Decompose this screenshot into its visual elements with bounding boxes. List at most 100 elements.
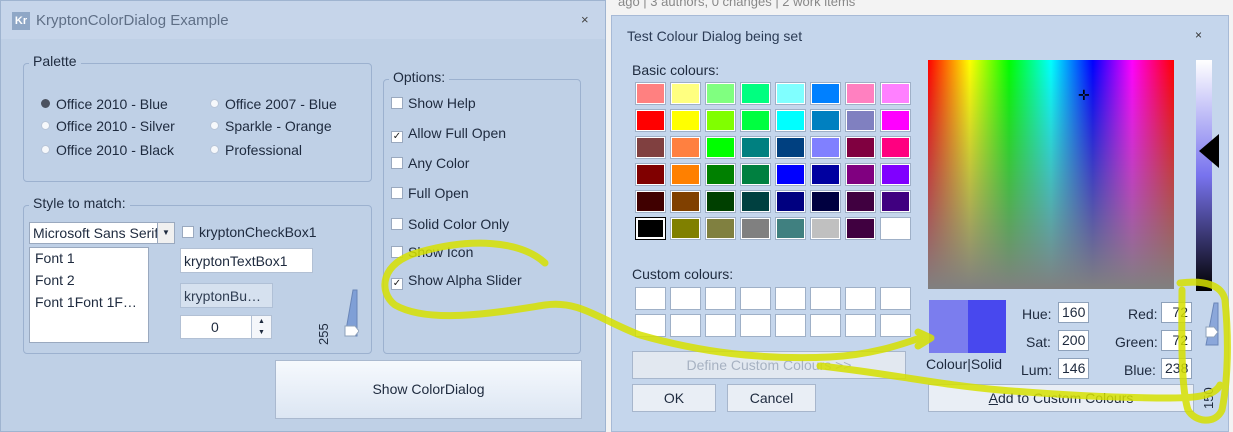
custom-colour-swatch[interactable] [741, 315, 770, 336]
basic-colour-swatch[interactable] [811, 137, 840, 158]
custom-colour-swatch[interactable] [811, 288, 840, 309]
radio-sparkle-orange[interactable]: Sparkle - Orange [210, 118, 332, 134]
radio-office-2010-silver[interactable]: Office 2010 - Silver [41, 118, 175, 134]
custom-colour-swatch[interactable] [671, 288, 700, 309]
lum-input[interactable]: 146 [1058, 358, 1089, 379]
basic-colour-swatch[interactable] [846, 164, 875, 185]
basic-colour-swatch[interactable] [846, 110, 875, 131]
basic-colour-swatch[interactable] [741, 110, 770, 131]
basic-colour-swatch[interactable] [881, 191, 910, 212]
basic-colour-swatch[interactable] [776, 137, 805, 158]
basic-colour-swatch[interactable] [776, 164, 805, 185]
basic-colour-swatch[interactable] [741, 137, 770, 158]
colour-spectrum[interactable]: ✛ [928, 60, 1174, 289]
basic-colour-swatch[interactable] [811, 191, 840, 212]
custom-colour-swatch[interactable] [811, 315, 840, 336]
custom-colour-swatch[interactable] [671, 315, 700, 336]
add-to-custom-colours-button[interactable]: Add to Custom Colours [928, 384, 1194, 412]
basic-colour-swatch[interactable] [636, 191, 665, 212]
basic-colour-swatch[interactable] [811, 83, 840, 104]
custom-colour-swatch[interactable] [846, 315, 875, 336]
basic-colour-swatch[interactable] [846, 191, 875, 212]
font-listbox[interactable]: Font 1 Font 2 Font 1Font 1F… [29, 247, 149, 343]
show-colordialog-button[interactable]: Show ColorDialog [275, 360, 582, 419]
alpha-trackbar[interactable] [343, 288, 359, 338]
spin-arrows-icon[interactable]: ▲ ▼ [251, 316, 271, 338]
alpha-slider[interactable] [1204, 301, 1220, 347]
basic-colour-swatch[interactable] [706, 110, 735, 131]
basic-colour-swatch[interactable] [811, 110, 840, 131]
basic-colour-swatch[interactable] [776, 191, 805, 212]
basic-colour-swatch[interactable] [741, 83, 770, 104]
basic-colour-swatch[interactable] [776, 218, 805, 239]
basic-colour-swatch[interactable] [846, 137, 875, 158]
dropdown-arrow-icon[interactable]: ▼ [157, 223, 174, 243]
green-input[interactable]: 72 [1161, 330, 1192, 351]
basic-colour-swatch[interactable] [706, 218, 735, 239]
basic-colour-swatch[interactable] [636, 83, 665, 104]
red-input[interactable]: 72 [1161, 302, 1192, 323]
list-item[interactable]: Font 2 [30, 270, 148, 292]
basic-colour-swatch[interactable] [881, 137, 910, 158]
font-combobox[interactable]: Microsoft Sans Serif ▼ [29, 222, 175, 244]
numeric-updown[interactable]: 0 ▲ ▼ [180, 315, 272, 339]
basic-colour-swatch[interactable] [636, 110, 665, 131]
basic-colour-swatch[interactable] [636, 137, 665, 158]
define-custom-colours-button[interactable]: Define Custom Colours >> [632, 351, 906, 379]
basic-colour-swatch[interactable] [706, 164, 735, 185]
custom-colour-swatch[interactable] [741, 288, 770, 309]
custom-colour-swatch[interactable] [881, 288, 910, 309]
checkbox-show-icon[interactable]: Show Icon [391, 244, 473, 260]
krypton-button[interactable]: kryptonBu… [180, 283, 273, 308]
custom-colour-swatch[interactable] [881, 315, 910, 336]
list-item[interactable]: Font 1 [30, 248, 148, 270]
custom-colour-swatch[interactable] [776, 288, 805, 309]
radio-professional[interactable]: Professional [210, 142, 302, 158]
custom-colour-swatch[interactable] [846, 288, 875, 309]
krypton-textbox[interactable]: kryptonTextBox1 [180, 248, 313, 273]
sat-input[interactable]: 200 [1058, 330, 1089, 351]
radio-office-2010-blue[interactable]: Office 2010 - Blue [41, 96, 168, 112]
basic-colour-swatch[interactable] [706, 191, 735, 212]
custom-colour-swatch[interactable] [706, 315, 735, 336]
blue-input[interactable]: 238 [1161, 358, 1192, 379]
krypton-checkbox[interactable]: kryptonCheckBox1 [182, 224, 317, 240]
luminosity-bar[interactable] [1196, 60, 1212, 291]
basic-colour-swatch[interactable] [811, 218, 840, 239]
basic-colour-swatch[interactable] [741, 218, 770, 239]
basic-colour-swatch[interactable] [706, 137, 735, 158]
basic-colour-swatch[interactable] [741, 191, 770, 212]
basic-colour-swatch[interactable] [671, 218, 700, 239]
basic-colour-swatch[interactable] [636, 164, 665, 185]
custom-colour-swatch[interactable] [636, 315, 665, 336]
ok-button[interactable]: OK [632, 384, 716, 412]
hue-input[interactable]: 160 [1058, 302, 1089, 323]
checkbox-show-help[interactable]: Show Help [391, 95, 476, 111]
basic-colour-swatch[interactable] [671, 191, 700, 212]
checkbox-full-open[interactable]: Full Open [391, 185, 469, 201]
checkbox-any-color[interactable]: Any Color [391, 155, 469, 171]
custom-colour-swatch[interactable] [776, 315, 805, 336]
radio-office-2010-black[interactable]: Office 2010 - Black [41, 142, 174, 158]
basic-colour-swatch[interactable] [671, 137, 700, 158]
basic-colour-swatch[interactable] [881, 110, 910, 131]
basic-colour-swatch[interactable] [671, 83, 700, 104]
basic-colour-swatch[interactable] [811, 164, 840, 185]
close-icon[interactable]: × [1195, 28, 1202, 42]
checkbox-show-alpha-slider[interactable]: ✓ Show Alpha Slider [391, 272, 522, 290]
basic-colour-swatch[interactable] [776, 110, 805, 131]
basic-colour-swatch[interactable] [881, 164, 910, 185]
radio-office-2007-blue[interactable]: Office 2007 - Blue [210, 96, 337, 112]
list-item[interactable]: Font 1Font 1F… [30, 292, 148, 314]
basic-colour-swatch[interactable] [776, 83, 805, 104]
custom-colour-swatch[interactable] [636, 288, 665, 309]
basic-colour-swatch[interactable] [741, 164, 770, 185]
basic-colour-swatch[interactable] [881, 83, 910, 104]
checkbox-solid-color-only[interactable]: Solid Color Only [391, 216, 509, 232]
custom-colour-swatch[interactable] [706, 288, 735, 309]
basic-colour-swatch[interactable] [706, 83, 735, 104]
basic-colour-swatch[interactable] [671, 164, 700, 185]
basic-colour-swatch[interactable] [881, 218, 910, 239]
cancel-button[interactable]: Cancel [727, 384, 816, 412]
basic-colour-swatch[interactable] [846, 83, 875, 104]
